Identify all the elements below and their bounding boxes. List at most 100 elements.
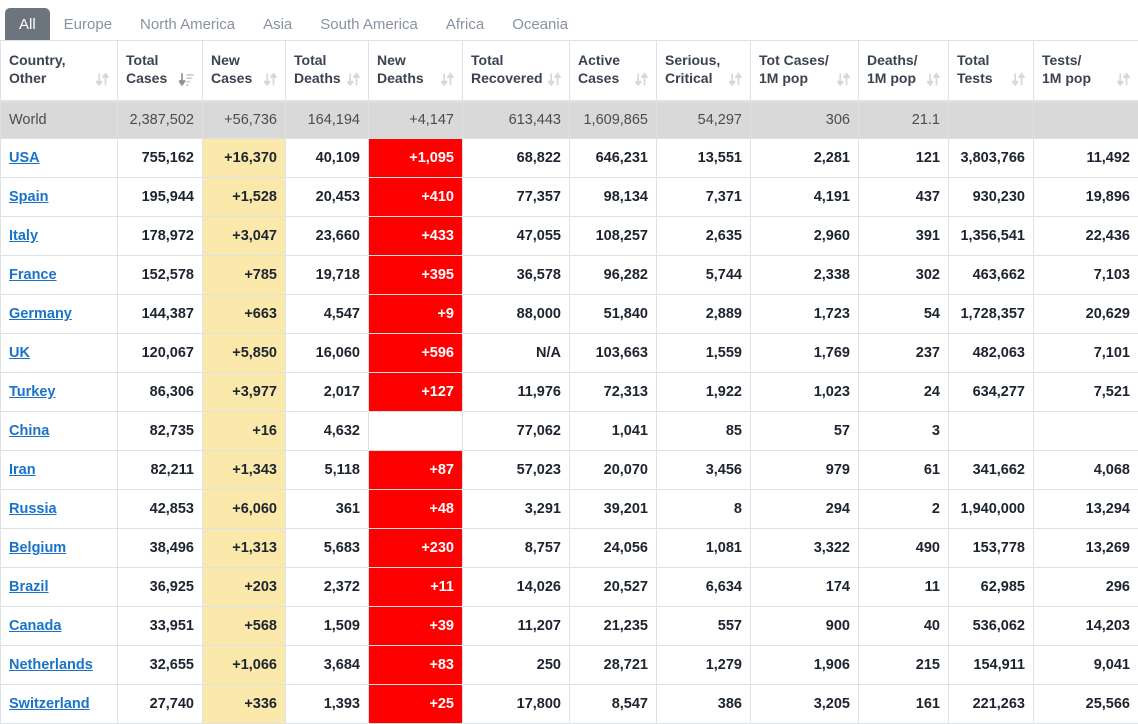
sort-both-icon[interactable] [927,72,940,87]
cell-value: 1,356,541 [960,228,1025,244]
column-header-country[interactable]: Country, Other [1,41,118,101]
tab-oceania[interactable]: Oceania [498,8,582,40]
cell-country[interactable]: China [1,412,118,451]
cell-value: 2,889 [706,306,742,322]
cell-value: 16,060 [316,345,360,361]
column-header-total-tests[interactable]: Total Tests [949,41,1034,101]
cell-value: +336 [244,696,277,712]
cell-new-deaths: +39 [369,607,463,646]
sort-both-icon[interactable] [96,72,109,87]
cell-country[interactable]: Canada [1,607,118,646]
cell-value: 178,972 [142,228,194,244]
cell-value: 294 [826,501,850,517]
country-link[interactable]: Belgium [9,540,66,556]
cell-country[interactable]: Brazil [1,568,118,607]
sort-both-icon[interactable] [264,72,277,87]
sort-both-icon[interactable] [1117,72,1130,87]
cell-country[interactable]: Netherlands [1,646,118,685]
cell-tot-cases-1m: 1,906 [751,646,859,685]
cell-value: 96,282 [604,267,648,283]
sort-both-icon[interactable] [441,72,454,87]
cell-value: 2,635 [706,228,742,244]
country-link[interactable]: Spain [9,189,48,205]
cell-value: 24 [924,384,940,400]
cell-value: 1,906 [814,657,850,673]
tab-south-america[interactable]: South America [306,8,432,40]
cell-new-cases: +16,370 [203,139,286,178]
cell-country[interactable]: UK [1,334,118,373]
country-link[interactable]: Italy [9,228,38,244]
cell-value: 221,263 [973,696,1025,712]
cell-country[interactable]: USA [1,139,118,178]
country-link[interactable]: Switzerland [9,696,90,712]
column-header-label: Tot Cases/ 1M pop [759,52,829,88]
country-link[interactable]: Iran [9,462,36,478]
tab-europe[interactable]: Europe [50,8,126,40]
cell-total-recovered: 68,822 [463,139,570,178]
cell-tot-cases-1m: 979 [751,451,859,490]
cell-total-deaths: 4,632 [286,412,369,451]
cell-tests-1m: 296 [1034,568,1138,607]
cell-value: 7,101 [1094,345,1130,361]
tab-north-america[interactable]: North America [126,8,249,40]
sort-both-icon[interactable] [635,72,648,87]
column-header-total-deaths[interactable]: Total Deaths [286,41,369,101]
country-link[interactable]: Brazil [9,579,49,595]
continent-tab-bar[interactable]: AllEuropeNorth AmericaAsiaSouth AmericaA… [0,0,1138,40]
country-link[interactable]: Turkey [9,384,55,400]
cell-country[interactable]: Switzerland [1,685,118,724]
cell-value: 1,769 [814,345,850,361]
cell-country[interactable]: Italy [1,217,118,256]
cell-active-cases: 20,070 [570,451,657,490]
tab-asia[interactable]: Asia [249,8,306,40]
country-link[interactable]: UK [9,345,30,361]
cell-value: 3,684 [324,657,360,673]
cell-value: 341,662 [973,462,1025,478]
cell-value: 61 [924,462,940,478]
cell-value: 1,940,000 [960,501,1025,517]
country-link[interactable]: Germany [9,306,72,322]
sort-descending-icon[interactable] [179,72,194,87]
cell-new-deaths: +410 [369,178,463,217]
cell-value: 1,509 [324,618,360,634]
sort-both-icon[interactable] [729,72,742,87]
sort-both-icon[interactable] [347,72,360,87]
cell-value: 82,211 [150,462,194,478]
cell-country[interactable]: Spain [1,178,118,217]
cell-country[interactable]: Russia [1,490,118,529]
tab-africa[interactable]: Africa [432,8,498,40]
cell-total-tests: 1,940,000 [949,490,1034,529]
sort-both-icon[interactable] [1012,72,1025,87]
country-link[interactable]: Canada [9,618,61,634]
column-header-tot-cases-1m[interactable]: Tot Cases/ 1M pop [751,41,859,101]
sort-both-icon[interactable] [837,72,850,87]
table-row: China82,735+164,63277,0621,04185573 [1,412,1138,451]
column-header-active-cases[interactable]: Active Cases [570,41,657,101]
column-header-new-cases[interactable]: New Cases [203,41,286,101]
cell-country[interactable]: Iran [1,451,118,490]
cell-total-recovered: 8,757 [463,529,570,568]
cell-active-cases: 108,257 [570,217,657,256]
cell-country[interactable]: Belgium [1,529,118,568]
country-link[interactable]: Netherlands [9,657,93,673]
cell-country[interactable]: Germany [1,295,118,334]
sort-both-icon[interactable] [548,72,561,87]
cell-value: 2,017 [324,384,360,400]
country-link[interactable]: USA [9,150,40,166]
cell-new-deaths: +9 [369,295,463,334]
cell-new-cases: +3,047 [203,217,286,256]
column-header-total-recovered[interactable]: Total Recovered [463,41,570,101]
column-header-new-deaths[interactable]: New Deaths [369,41,463,101]
country-link[interactable]: China [9,423,49,439]
column-header-deaths-1m[interactable]: Deaths/ 1M pop [859,41,949,101]
cell-country[interactable]: France [1,256,118,295]
cell-value: 62,985 [981,579,1025,595]
column-header-serious-critical[interactable]: Serious, Critical [657,41,751,101]
tab-all[interactable]: All [5,8,50,40]
column-header-tests-1m[interactable]: Tests/ 1M pop [1034,41,1138,101]
country-link[interactable]: France [9,267,57,283]
cell-country[interactable]: Turkey [1,373,118,412]
column-header-total-cases[interactable]: Total Cases [118,41,203,101]
country-link[interactable]: Russia [9,501,57,517]
cell-value: 57 [834,423,850,439]
